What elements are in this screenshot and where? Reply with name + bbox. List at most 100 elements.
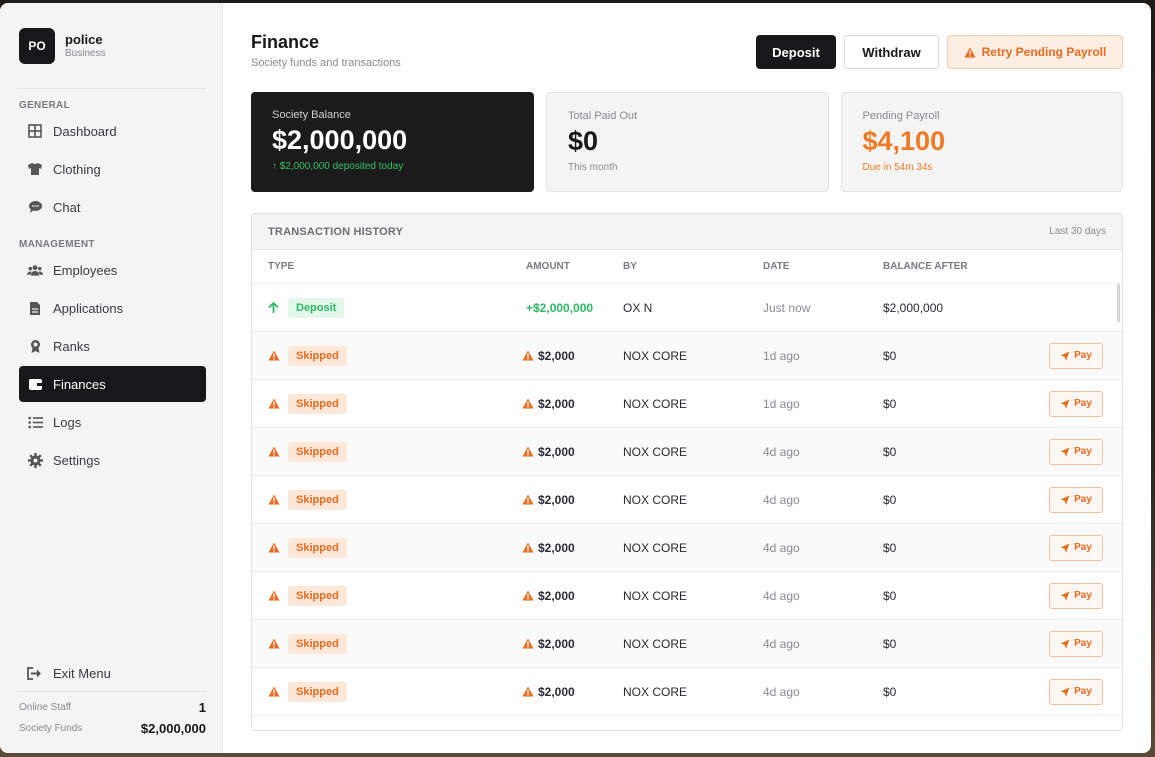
table-body[interactable]: Deposit +$2,000,000 OX N Just now $2,000,000… <box>252 284 1122 716</box>
retry-payroll-button[interactable]: Retry Pending Payroll <box>947 35 1123 69</box>
by-cell: OX N <box>623 300 653 315</box>
sidebar-item-label: Logs <box>53 414 82 430</box>
dashboard-icon <box>27 123 43 139</box>
balance-after-cell: $0 <box>883 396 897 411</box>
sidebar-item-ranks[interactable]: Ranks <box>19 328 206 364</box>
award-icon <box>27 338 43 354</box>
sidebar-item-dashboard[interactable]: Dashboard <box>19 113 206 149</box>
total-paid-out-card: Total Paid Out $0 This month <box>546 92 829 192</box>
sidebar-item-applications[interactable]: Applications <box>19 290 206 326</box>
amount-cell: $2,000 <box>522 636 623 651</box>
sidebar-item-label: Settings <box>53 452 100 468</box>
sidebar-item-chat[interactable]: Chat <box>19 189 206 225</box>
table-row: Skipped $2,000 NOX CORE 4d ago $0 Pay <box>252 620 1122 668</box>
deposit-button[interactable]: Deposit <box>756 35 836 69</box>
pay-label: Pay <box>1074 494 1092 505</box>
pay-button[interactable]: Pay <box>1049 678 1103 705</box>
table-row: Skipped $2,000 NOX CORE 4d ago $0 Pay <box>252 476 1122 524</box>
amount-cell: $2,000 <box>522 397 623 411</box>
balance-after-cell: $0 <box>883 492 897 507</box>
by-cell: NOX CORE <box>623 684 688 699</box>
amount-value: $2,000 <box>538 540 575 555</box>
by-cell: NOX CORE <box>623 444 688 459</box>
card-note: ↑ $2,000,000 deposited today <box>272 161 404 172</box>
table-row: Skipped $2,000 NOX CORE 4d ago $0 Pay <box>252 668 1122 716</box>
balance-after-cell: $0 <box>883 636 897 651</box>
pay-button[interactable]: Pay <box>1049 390 1103 417</box>
brand: PO police Business <box>19 3 206 89</box>
table-row: Skipped $2,000 NOX CORE 1d ago $0 Pay <box>252 332 1122 380</box>
date-cell: 1d ago <box>763 348 800 363</box>
by-cell: NOX CORE <box>623 636 688 651</box>
sidebar-item-clothing[interactable]: Clothing <box>19 151 206 187</box>
pay-label: Pay <box>1074 542 1092 553</box>
sidebar-item-settings[interactable]: Settings <box>19 442 206 478</box>
exit-menu-label: Exit Menu <box>53 666 111 681</box>
balance-after-cell: $0 <box>883 540 897 555</box>
type-badge: Skipped <box>288 537 347 558</box>
warning-icon <box>964 47 976 58</box>
by-cell: NOX CORE <box>623 492 688 507</box>
sidebar-item-label: Ranks <box>53 338 90 354</box>
pay-button[interactable]: Pay <box>1049 438 1103 465</box>
wallet-icon <box>27 376 43 392</box>
amount-cell: $2,000 <box>522 349 623 363</box>
amount-cell: +$2,000,000 <box>526 300 594 315</box>
society-funds-stat: Society Funds $2,000,000 <box>19 718 206 739</box>
type-badge: Deposit <box>288 297 345 318</box>
card-value: $4,100 <box>862 126 946 156</box>
app-window: PO police Business GENERAL Dashboard Clo… <box>0 3 1151 753</box>
balance-after-cell: $2,000,000 <box>883 300 944 315</box>
exit-menu-button[interactable]: Exit Menu <box>19 656 206 692</box>
amount-cell: $2,000 <box>522 684 623 699</box>
warning-icon <box>522 350 534 361</box>
sidebar-item-employees[interactable]: Employees <box>19 252 206 288</box>
send-icon <box>1060 687 1070 697</box>
gear-icon <box>27 452 43 468</box>
sidebar-item-label: Employees <box>53 262 118 278</box>
card-value: $0 <box>568 126 599 156</box>
pay-button[interactable]: Pay <box>1049 534 1103 561</box>
card-label: Total Paid Out <box>568 110 638 122</box>
warning-icon <box>268 398 280 409</box>
amount-value: $2,000 <box>538 444 575 459</box>
pay-button[interactable]: Pay <box>1049 486 1103 513</box>
send-icon <box>1060 351 1070 361</box>
type-badge: Skipped <box>288 393 347 414</box>
pay-button[interactable]: Pay <box>1049 342 1103 369</box>
society-funds-label: Society Funds <box>19 723 83 734</box>
pay-label: Pay <box>1074 350 1092 361</box>
column-header-by: BY <box>623 261 637 272</box>
pay-button[interactable]: Pay <box>1049 630 1103 657</box>
pay-button[interactable]: Pay <box>1049 582 1103 609</box>
send-icon <box>1060 447 1070 457</box>
brand-subtitle: Business <box>65 48 106 59</box>
pending-payroll-card: Pending Payroll $4,100 Due in 54m 34s <box>840 92 1123 192</box>
pay-label: Pay <box>1074 638 1092 649</box>
date-cell: 4d ago <box>763 588 800 603</box>
send-icon <box>1060 543 1070 553</box>
table-row: Skipped $2,000 NOX CORE 4d ago $0 Pay <box>252 572 1122 620</box>
table-row: Deposit +$2,000,000 OX N Just now $2,000,000 <box>252 284 1122 332</box>
sidebar: PO police Business GENERAL Dashboard Clo… <box>0 3 223 753</box>
exit-icon <box>27 666 43 682</box>
table-header-row: TYPE AMOUNT BY DATE BALANCE AFTER <box>252 250 1122 284</box>
warning-icon <box>268 590 280 601</box>
balance-after-cell: $0 <box>883 444 897 459</box>
amount-value: $2,000 <box>538 588 575 603</box>
card-note: Due in 54m 34s <box>862 162 933 173</box>
sidebar-item-finances[interactable]: Finances <box>19 366 206 402</box>
warning-icon <box>268 494 280 505</box>
card-note: This month <box>568 162 618 173</box>
sidebar-item-logs[interactable]: Logs <box>19 404 206 440</box>
scrollbar-thumb[interactable] <box>1117 284 1120 322</box>
section-label-management: MANAGEMENT <box>19 239 95 250</box>
online-staff-value: 1 <box>198 700 206 715</box>
date-cell: 4d ago <box>763 636 800 651</box>
amount-cell: $2,000 <box>522 588 623 603</box>
amount-value: $2,000 <box>538 636 575 651</box>
withdraw-button[interactable]: Withdraw <box>844 35 939 69</box>
date-cell: Just now <box>763 300 811 315</box>
amount-value: $2,000 <box>538 684 575 699</box>
society-balance-card: Society Balance $2,000,000 ↑ $2,000,000 … <box>251 92 534 192</box>
